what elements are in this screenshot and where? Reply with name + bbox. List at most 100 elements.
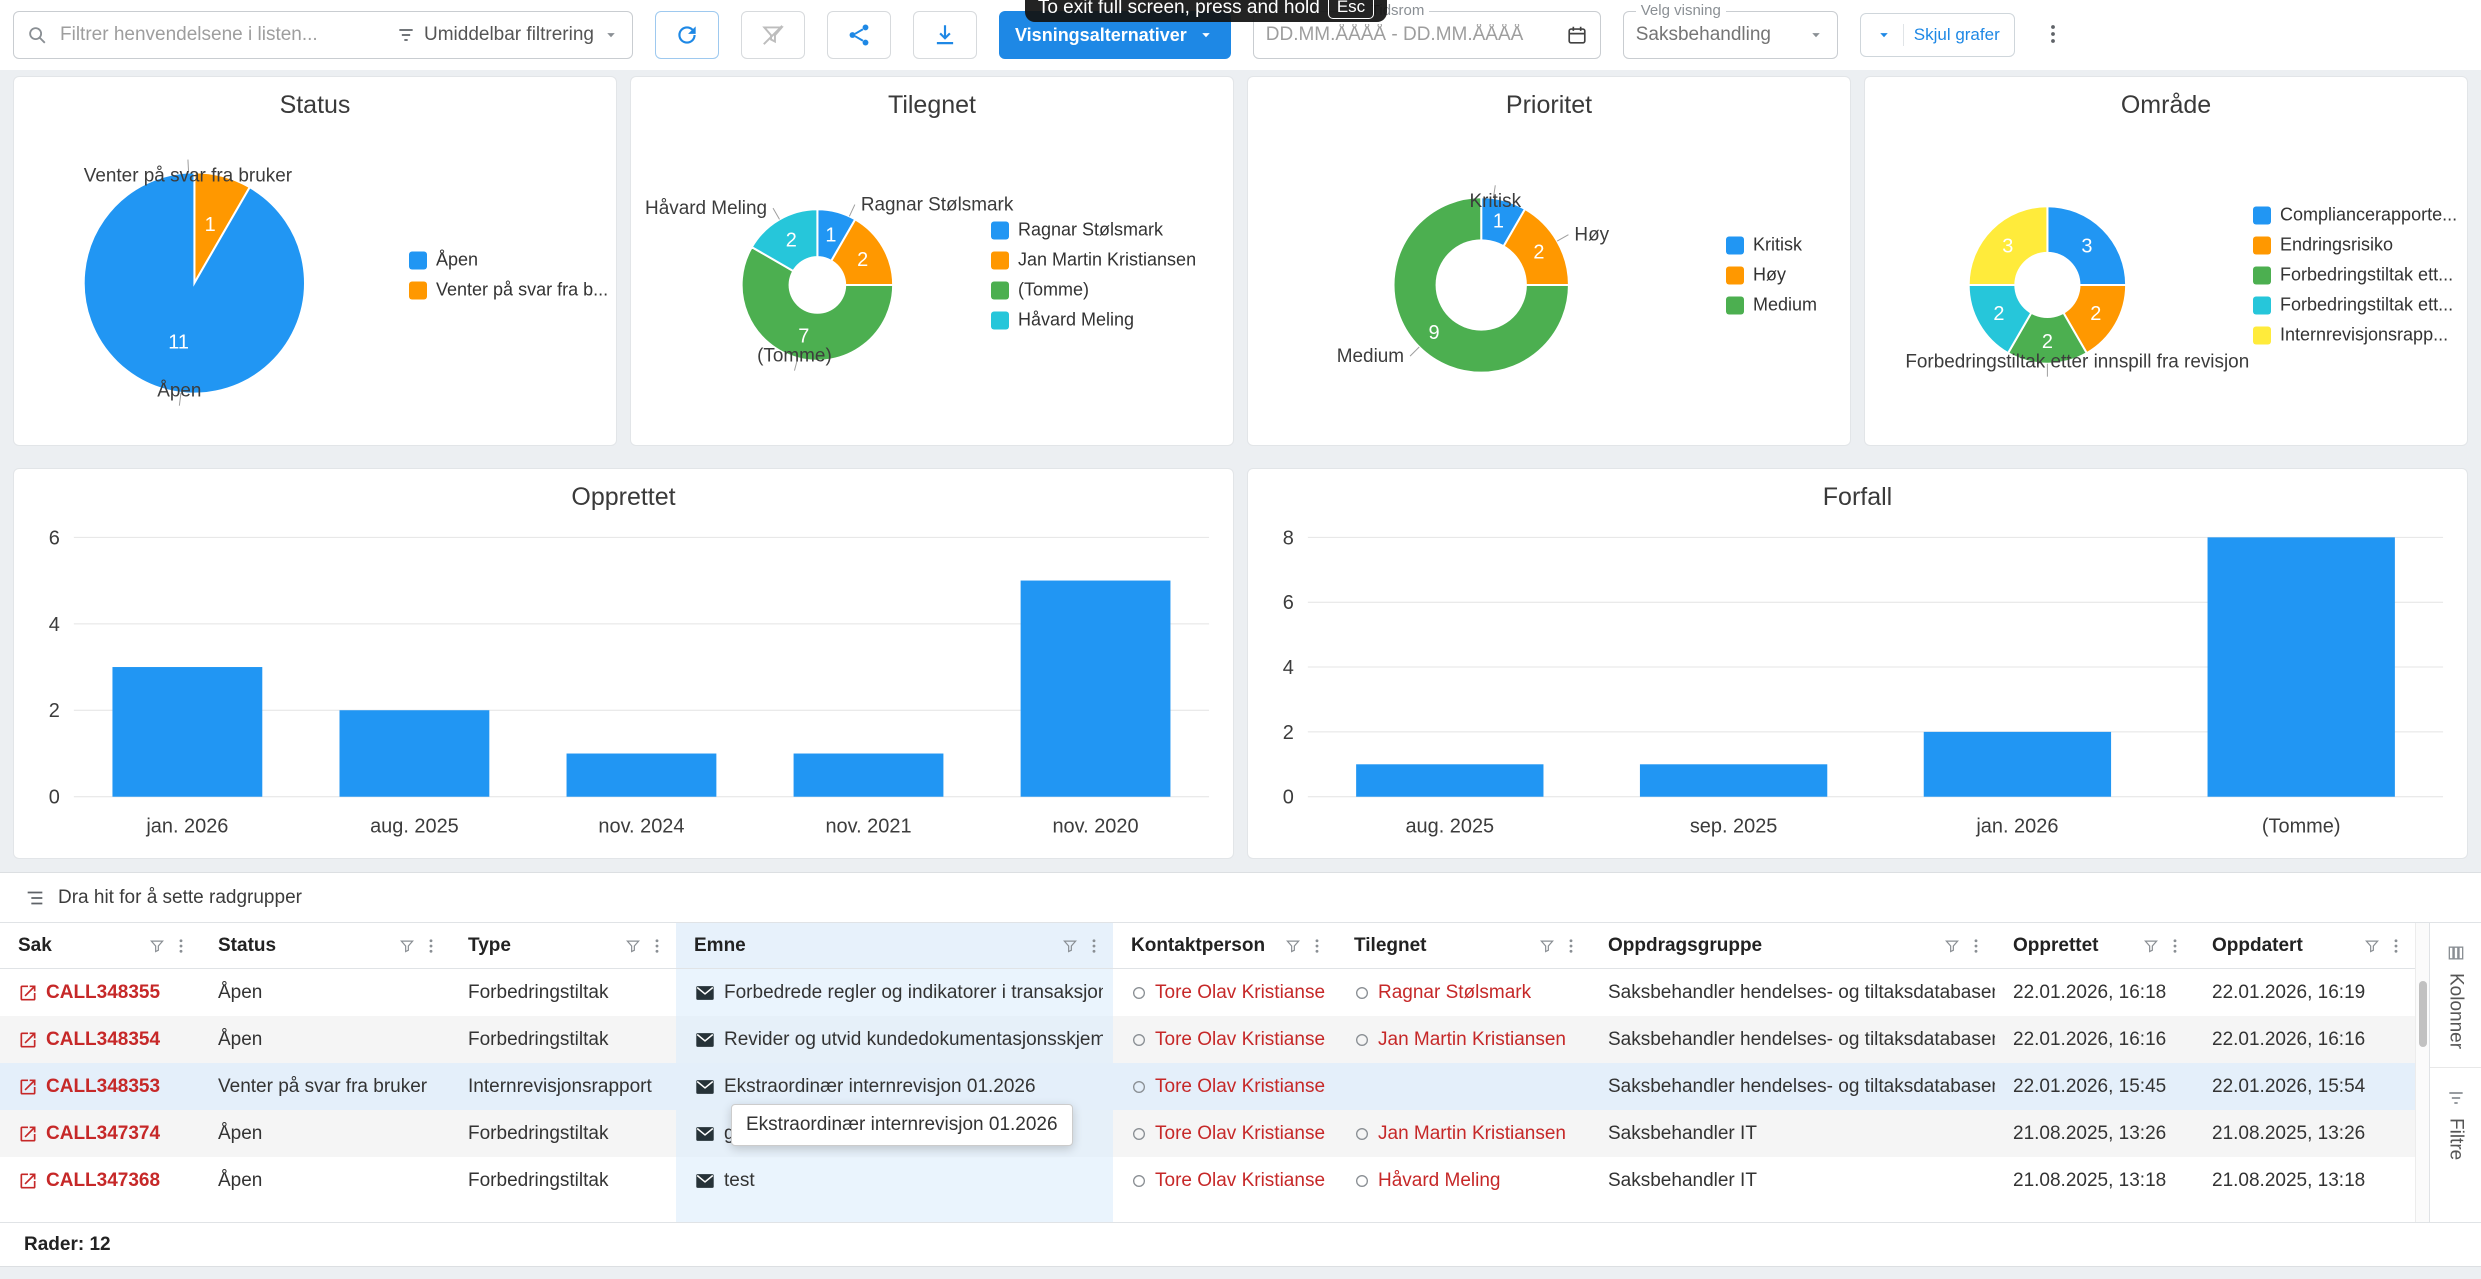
column-menu-icon[interactable] bbox=[1308, 937, 1326, 955]
presence-circle-icon bbox=[1131, 1173, 1147, 1189]
table-row[interactable]: CALL348353Venter på svar fra brukerInter… bbox=[0, 1063, 2415, 1110]
column-menu-icon[interactable] bbox=[1967, 937, 1985, 955]
person-link[interactable]: Tore Olav Kristiansen bbox=[1155, 1076, 1326, 1098]
table-row[interactable]: CALL347368ÅpenForbedringstiltaktestTore … bbox=[0, 1157, 2415, 1204]
legend-item[interactable]: (Tomme) bbox=[991, 280, 1196, 301]
legend-item[interactable]: Compliancerapporte... bbox=[2253, 205, 2457, 226]
table-row[interactable]: CALL348355ÅpenForbedringstiltakForbedred… bbox=[0, 969, 2415, 1016]
cell-emne: test bbox=[676, 1157, 1113, 1204]
legend-item[interactable]: Medium bbox=[1726, 295, 1817, 316]
legend-item[interactable]: Jan Martin Kristiansen bbox=[991, 250, 1196, 271]
column-header-sak[interactable]: Sak bbox=[0, 923, 200, 968]
open-case-icon[interactable] bbox=[18, 1030, 38, 1050]
vertical-scrollbar[interactable] bbox=[2415, 923, 2429, 1222]
filter-icon[interactable] bbox=[1061, 937, 1079, 955]
filter-icon[interactable] bbox=[398, 937, 416, 955]
legend-item[interactable]: Endringsrisiko bbox=[2253, 235, 2457, 256]
search-input[interactable] bbox=[58, 23, 386, 47]
case-link[interactable]: CALL348355 bbox=[46, 982, 160, 1004]
cell-oppdragsgruppe: Saksbehandler IT bbox=[1590, 1110, 1995, 1157]
column-header-kontaktperson[interactable]: Kontaktperson bbox=[1113, 923, 1336, 968]
side-tab-kolonner[interactable]: Kolonner bbox=[2430, 923, 2481, 1067]
filter-icon[interactable] bbox=[1284, 937, 1302, 955]
case-link[interactable]: CALL347374 bbox=[46, 1123, 160, 1145]
refresh-button[interactable] bbox=[655, 11, 719, 59]
case-link[interactable]: CALL348353 bbox=[46, 1076, 160, 1098]
legend-item[interactable]: Kritisk bbox=[1726, 235, 1817, 256]
view-select[interactable]: Velg visning Saksbehandling bbox=[1623, 11, 1838, 59]
bar[interactable] bbox=[339, 710, 489, 796]
person-link[interactable]: Jan Martin Kristiansen bbox=[1378, 1123, 1566, 1145]
legend-item[interactable]: Håvard Meling bbox=[991, 310, 1196, 331]
open-case-icon[interactable] bbox=[18, 1077, 38, 1097]
person-link[interactable]: Ragnar Stølsmark bbox=[1378, 982, 1531, 1004]
bar[interactable] bbox=[1924, 732, 2111, 797]
filter-icon[interactable] bbox=[2142, 937, 2160, 955]
column-menu-icon[interactable] bbox=[648, 937, 666, 955]
chart-title: Tilegnet bbox=[631, 91, 1233, 125]
person-link[interactable]: Jan Martin Kristiansen bbox=[1378, 1029, 1566, 1051]
clear-filter-button[interactable] bbox=[741, 11, 805, 59]
scrollbar-thumb[interactable] bbox=[2419, 981, 2427, 1047]
open-case-icon[interactable] bbox=[18, 1171, 38, 1191]
filter-icon[interactable] bbox=[148, 937, 166, 955]
person-link[interactable]: Tore Olav Kristiansen bbox=[1155, 1123, 1326, 1145]
column-header-tilegnet[interactable]: Tilegnet bbox=[1336, 923, 1590, 968]
y-tick-label: 6 bbox=[1283, 592, 1294, 614]
calendar-icon[interactable] bbox=[1566, 24, 1588, 46]
column-header-oppdatert[interactable]: Oppdatert bbox=[2194, 923, 2415, 968]
bar[interactable] bbox=[794, 754, 944, 797]
bar[interactable] bbox=[112, 667, 262, 797]
slice-callout-label: Kritisk bbox=[1470, 191, 1522, 212]
bar[interactable] bbox=[1640, 764, 1827, 796]
column-header-oppdragsgruppe[interactable]: Oppdragsgruppe bbox=[1590, 923, 1995, 968]
cell-status: Åpen bbox=[200, 1016, 450, 1063]
bar[interactable] bbox=[567, 754, 717, 797]
table-row[interactable]: CALL347374ÅpenForbedringstiltakgTore Ola… bbox=[0, 1110, 2415, 1157]
pie-slice[interactable] bbox=[84, 172, 305, 393]
legend-item[interactable]: Forbedringstiltak ett... bbox=[2253, 295, 2457, 316]
column-menu-icon[interactable] bbox=[1562, 937, 1580, 955]
filter-icon[interactable] bbox=[1538, 937, 1556, 955]
bar[interactable] bbox=[2208, 537, 2395, 796]
column-menu-icon[interactable] bbox=[422, 937, 440, 955]
share-button[interactable] bbox=[827, 11, 891, 59]
legend-item[interactable]: Forbedringstiltak ett... bbox=[2253, 265, 2457, 286]
column-header-opprettet[interactable]: Opprettet bbox=[1995, 923, 2194, 968]
column-menu-icon[interactable] bbox=[2387, 937, 2405, 955]
legend-item[interactable]: Åpen bbox=[409, 250, 608, 271]
row-group-panel[interactable]: Dra hit for å sette radgrupper bbox=[0, 873, 2481, 923]
table-row[interactable]: CALL348354ÅpenForbedringstiltakRevider o… bbox=[0, 1016, 2415, 1063]
legend-item[interactable]: Høy bbox=[1726, 265, 1817, 286]
bar[interactable] bbox=[1021, 581, 1171, 797]
filter-icon[interactable] bbox=[624, 937, 642, 955]
toolbar-menu-button[interactable] bbox=[2037, 18, 2069, 53]
column-menu-icon[interactable] bbox=[172, 937, 190, 955]
filter-icon[interactable] bbox=[1943, 937, 1961, 955]
y-tick-label: 8 bbox=[1283, 527, 1294, 549]
column-header-emne[interactable]: Emne bbox=[676, 923, 1113, 968]
column-menu-icon[interactable] bbox=[1085, 937, 1103, 955]
person-link[interactable]: Tore Olav Kristiansen bbox=[1155, 1170, 1326, 1192]
column-header-type[interactable]: Type bbox=[450, 923, 676, 968]
column-header-status[interactable]: Status bbox=[200, 923, 450, 968]
case-link[interactable]: CALL347368 bbox=[46, 1170, 160, 1192]
open-case-icon[interactable] bbox=[18, 1124, 38, 1144]
legend-item[interactable]: Venter på svar fra b... bbox=[409, 280, 608, 301]
case-link[interactable]: CALL348354 bbox=[46, 1029, 160, 1051]
hide-charts-button[interactable]: Skjul grafer bbox=[1860, 13, 2015, 57]
side-tab-filtre[interactable]: Filtre bbox=[2430, 1067, 2481, 1178]
legend-item[interactable]: Internrevisjonsrapp... bbox=[2253, 325, 2457, 346]
download-button[interactable] bbox=[913, 11, 977, 59]
filter-mode-select[interactable]: Umiddelbar filtrering bbox=[396, 24, 620, 46]
person-link[interactable]: Håvard Meling bbox=[1378, 1170, 1501, 1192]
open-case-icon[interactable] bbox=[18, 983, 38, 1003]
legend-item[interactable]: Ragnar Stølsmark bbox=[991, 220, 1196, 241]
filter-icon[interactable] bbox=[2363, 937, 2381, 955]
cell-oppdragsgruppe: Saksbehandler hendelses- og tiltaksdatab… bbox=[1590, 1016, 1995, 1063]
bar[interactable] bbox=[1356, 764, 1543, 796]
chart-card-status: Status111Venter på svar fra brukerÅpenÅp… bbox=[13, 76, 617, 446]
column-menu-icon[interactable] bbox=[2166, 937, 2184, 955]
person-link[interactable]: Tore Olav Kristiansen bbox=[1155, 1029, 1326, 1051]
person-link[interactable]: Tore Olav Kristiansen bbox=[1155, 982, 1326, 1004]
